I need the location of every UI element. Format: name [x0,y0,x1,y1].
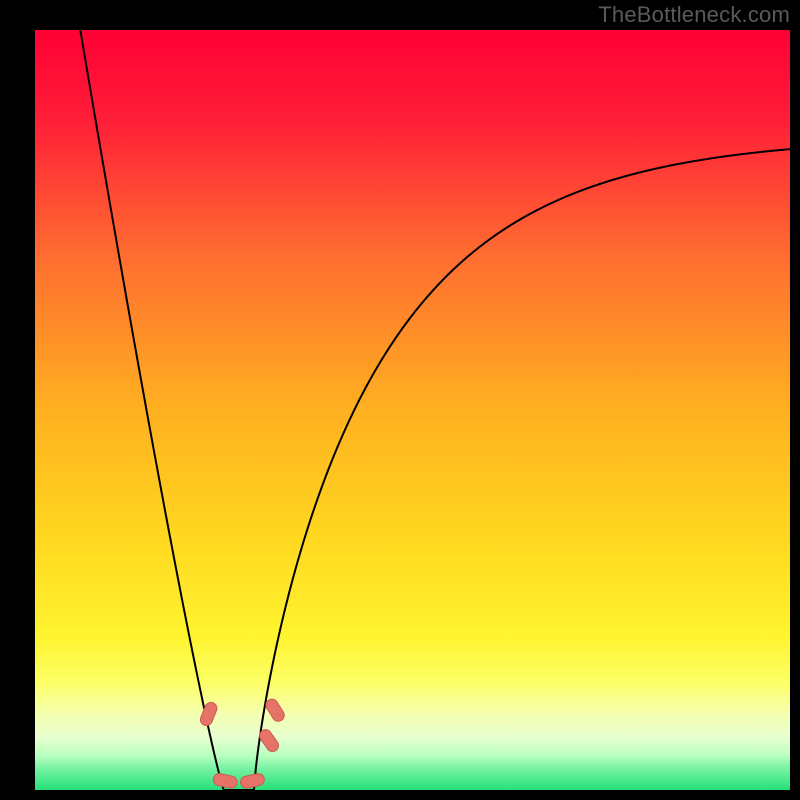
chart-frame: TheBottleneck.com [0,0,800,800]
gradient-background [35,30,790,790]
plot-area [35,30,790,790]
chart-svg [35,30,790,790]
watermark: TheBottleneck.com [598,2,790,28]
